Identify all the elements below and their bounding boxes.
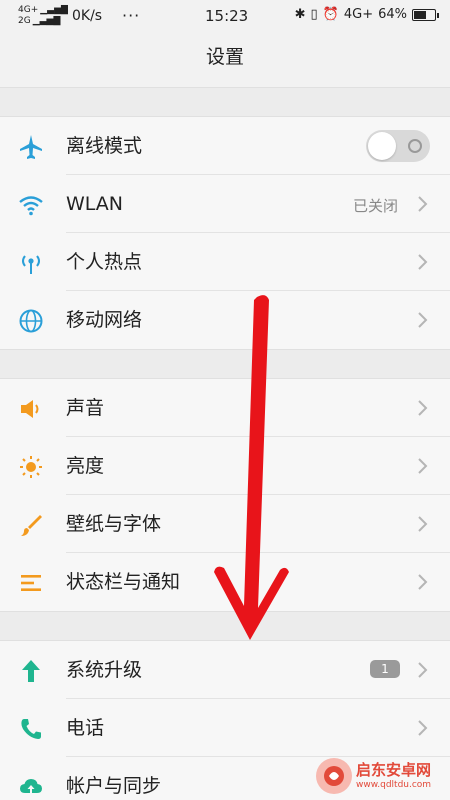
status-right: ✱ ▯ ⏰ 4G+ 64% — [294, 7, 439, 22]
item-label: 亮度 — [66, 455, 105, 477]
page-title: 设置 — [205, 46, 244, 68]
brush-icon — [18, 512, 44, 538]
alarm-icon: ⏰ — [322, 7, 339, 22]
section-gap — [0, 87, 450, 117]
chevron-right-icon — [418, 312, 428, 328]
settings-item-mobile-network[interactable]: 移动网络 — [0, 291, 450, 349]
chevron-right-icon — [418, 574, 428, 590]
watermark-url: www.qdltdu.com — [356, 780, 432, 790]
item-label: 移动网络 — [66, 309, 143, 331]
toggle-off-icon — [408, 139, 422, 153]
watermark: 启东安卓网 www.qdltdu.com — [316, 756, 444, 796]
signal-bars-icon-2: ▁▃▅▇ — [32, 16, 61, 26]
item-label: 离线模式 — [66, 135, 143, 157]
network-type-bottom: 2G — [18, 16, 31, 26]
signal-indicator: 4G+ ▁▃▅▇ 2G ▁▃▅▇ — [18, 5, 68, 27]
airplane-mode-toggle[interactable] — [366, 130, 430, 162]
item-label: 声音 — [66, 397, 105, 419]
chevron-right-icon — [418, 400, 428, 416]
more-notifications-icon: ··· — [122, 6, 141, 25]
notification-bars-icon — [18, 570, 44, 596]
cloud-sync-icon — [18, 774, 44, 800]
globe-icon — [18, 308, 44, 334]
settings-item-system-upgrade[interactable]: 系统升级 1 — [0, 641, 450, 699]
settings-item-phone[interactable]: 电话 — [0, 699, 450, 757]
status-bar: 4G+ ▁▃▅▇ 2G ▁▃▅▇ 0K/s ··· 15:23 ✱ ▯ ⏰ 4G+ … — [0, 0, 450, 32]
item-label: 帐户与同步 — [66, 775, 162, 797]
watermark-title: 启东安卓网 — [356, 761, 432, 779]
item-label: 壁纸与字体 — [66, 513, 162, 535]
chevron-right-icon — [418, 516, 428, 532]
chevron-right-icon — [418, 254, 428, 270]
sun-icon — [18, 454, 44, 480]
chevron-right-icon — [418, 458, 428, 474]
settings-item-wlan[interactable]: WLAN 已关闭 — [0, 175, 450, 233]
signal-bars-icon: ▁▃▅▇ — [40, 5, 68, 15]
hotspot-icon — [18, 250, 44, 276]
toggle-knob — [368, 132, 396, 160]
clock: 15:23 — [205, 7, 249, 25]
settings-item-airplane-mode[interactable]: 离线模式 — [0, 117, 450, 175]
wifi-icon — [18, 192, 44, 218]
wlan-status-value: 已关闭 — [352, 197, 398, 215]
phone-icon — [18, 716, 44, 742]
chevron-right-icon — [418, 662, 428, 678]
item-label: 个人热点 — [66, 251, 143, 273]
upgrade-arrow-icon — [18, 658, 44, 684]
settings-item-hotspot[interactable]: 个人热点 — [0, 233, 450, 291]
chevron-right-icon — [418, 196, 428, 212]
battery-percent: 64% — [378, 7, 407, 22]
settings-item-wallpaper-font[interactable]: 壁纸与字体 — [0, 495, 450, 553]
watermark-logo-icon — [316, 758, 352, 794]
network-type-right: 4G+ — [343, 7, 374, 22]
settings-item-brightness[interactable]: 亮度 — [0, 437, 450, 495]
network-speed: 0K/s — [72, 8, 103, 24]
section-gap — [0, 611, 450, 641]
airplane-icon — [18, 134, 44, 160]
section-gap — [0, 349, 450, 379]
battery-icon — [412, 8, 439, 21]
network-type-top: 4G+ — [18, 5, 39, 15]
settings-item-sound[interactable]: 声音 — [0, 379, 450, 437]
settings-item-statusbar-notifications[interactable]: 状态栏与通知 — [0, 553, 450, 611]
item-label: 状态栏与通知 — [66, 571, 181, 593]
speaker-icon — [18, 396, 44, 422]
item-label: WLAN — [66, 193, 124, 215]
bluetooth-icon: ✱ — [294, 7, 306, 22]
item-label: 系统升级 — [66, 659, 143, 681]
vibrate-icon: ▯ — [310, 7, 318, 22]
item-label: 电话 — [66, 717, 105, 739]
update-count-badge: 1 — [370, 660, 400, 678]
chevron-right-icon — [418, 720, 428, 736]
